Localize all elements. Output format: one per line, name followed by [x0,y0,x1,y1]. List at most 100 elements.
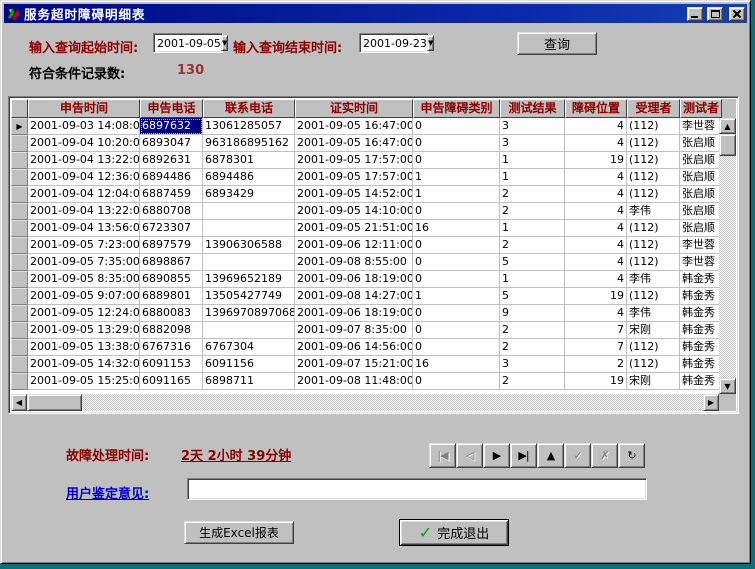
grid-cell[interactable]: 1 [500,271,565,288]
grid-cell[interactable]: 2001-09-06 12:11:00 [295,237,413,254]
grid-cell[interactable]: 0 [413,118,500,135]
grid-cell[interactable]: 6897632 [140,118,203,135]
grid-cell[interactable] [203,203,295,220]
grid-cell[interactable]: 6767304 [203,339,295,356]
grid-cell[interactable]: 2001-09-05 16:47:00 [295,135,413,152]
grid-cell[interactable]: 7 [565,322,627,339]
grid-cell[interactable]: 4 [565,203,627,220]
grid-cell[interactable]: 6890855 [140,271,203,288]
grid-cell[interactable]: 2001-09-05 14:52:00 [295,186,413,203]
grid-cell[interactable]: 2001-09-05 16:47:00 [295,118,413,135]
grid-cell[interactable]: 4 [565,118,627,135]
grid-cell[interactable]: 6892631 [140,152,203,169]
grid-cell[interactable]: 2001-09-05 13:29:00 [28,322,140,339]
grid-cell[interactable]: 2001-09-05 14:32:00 [28,356,140,373]
row-indicator[interactable] [11,254,28,271]
grid-cell[interactable]: 2001-09-03 14:08:00 [28,118,140,135]
grid-cell[interactable]: 16 [413,220,500,237]
grid-cell[interactable]: 6889801 [140,288,203,305]
grid-cell[interactable]: 0 [413,152,500,169]
grid-cell[interactable]: 4 [565,237,627,254]
grid-cell[interactable]: 1 [500,220,565,237]
grid-cell[interactable] [203,322,295,339]
grid-cell[interactable]: 963186895162 [203,135,295,152]
grid-cell[interactable]: 2 [500,322,565,339]
grid-cell[interactable]: 张启顺 [680,220,722,237]
grid-cell[interactable]: 0 [413,237,500,254]
grid-cell[interactable]: 2 [500,237,565,254]
current-row-indicator-icon[interactable]: ▶ [11,118,28,135]
grid-cell[interactable]: 13505427749 [203,288,295,305]
grid-cell[interactable]: 6878301 [203,152,295,169]
grid-cell[interactable]: 2001-09-05 8:35:00 [28,271,140,288]
row-indicator[interactable] [11,288,28,305]
grid-cell[interactable]: 李伟 [627,271,680,288]
column-header[interactable]: 证实时间 [295,99,413,118]
grid-cell[interactable]: 李伟 [627,203,680,220]
column-header[interactable]: 联系电话 [203,99,295,118]
scroll-down-icon[interactable]: ▼ [719,378,736,394]
grid-cell[interactable]: 0 [413,271,500,288]
grid-cell[interactable]: 0 [413,254,500,271]
grid-cell[interactable]: 6882098 [140,322,203,339]
end-date-combo[interactable]: 2001-09-23 ▼ [359,33,429,53]
grid-cell[interactable]: 6880708 [140,203,203,220]
grid-cell[interactable]: 7 [565,339,627,356]
grid-cell[interactable]: 0 [413,203,500,220]
grid-cell[interactable]: 张启顺 [680,169,722,186]
grid-cell[interactable]: 6880083 [140,305,203,322]
grid-cell[interactable]: 韩金秀 [680,373,722,390]
grid-cell[interactable]: 2001-09-05 12:24:00 [28,305,140,322]
grid-cell[interactable] [203,220,295,237]
grid-cell[interactable]: 张启顺 [680,186,722,203]
vertical-scrollbar[interactable]: ▲ ▼ [719,118,736,394]
grid-cell[interactable]: (112) [627,169,680,186]
grid-cell[interactable]: 6898867 [140,254,203,271]
grid-cell[interactable]: 2001-09-05 7:35:00 [28,254,140,271]
grid-cell[interactable]: 李世蓉 [680,254,722,271]
grid-cell[interactable]: 0 [413,135,500,152]
grid-cell[interactable]: 宋刚 [627,322,680,339]
grid-cell[interactable]: 2 [500,339,565,356]
scroll-right-icon[interactable]: ▶ [703,394,719,411]
start-date-dropdown-icon[interactable]: ▼ [221,35,228,51]
grid-cell[interactable]: 6887459 [140,186,203,203]
grid-cell[interactable]: 13906306588 [203,237,295,254]
grid-cell[interactable]: 1 [500,169,565,186]
grid-cell[interactable]: 李世蓉 [680,118,722,135]
grid-cell[interactable]: 19 [565,373,627,390]
grid-cell[interactable]: (112) [627,237,680,254]
next-record-button[interactable]: ▶ [483,443,510,468]
grid-cell[interactable]: 5 [500,288,565,305]
grid-cell[interactable]: 2001-09-06 18:19:00 [295,271,413,288]
search-button[interactable]: 查询 [517,32,597,55]
grid-cell[interactable]: 2001-09-04 12:04:00 [28,186,140,203]
grid-cell[interactable]: 2001-09-04 10:20:00 [28,135,140,152]
grid-cell[interactable]: 6898711 [203,373,295,390]
grid-cell[interactable]: 4 [565,169,627,186]
row-indicator[interactable] [11,322,28,339]
grid-cell[interactable]: 4 [565,186,627,203]
grid-cell[interactable]: 2001-09-08 8:55:00 [295,254,413,271]
grid-cell[interactable]: 6091165 [140,373,203,390]
grid-cell[interactable]: 韩金秀 [680,305,722,322]
column-header[interactable]: 申告时间 [28,99,140,118]
grid-cell[interactable]: 2001-09-04 13:56:00 [28,220,140,237]
grid-cell[interactable]: 2001-09-05 21:51:00 [295,220,413,237]
hscroll-track[interactable] [27,394,703,411]
grid-cell[interactable]: 4 [565,271,627,288]
row-indicator[interactable] [11,339,28,356]
row-indicator[interactable] [11,169,28,186]
grid-cell[interactable]: 3 [500,118,565,135]
grid-cell[interactable]: 4 [565,135,627,152]
grid-cell[interactable]: 韩金秀 [680,322,722,339]
grid-cell[interactable]: 1 [413,186,500,203]
row-indicator[interactable] [11,305,28,322]
hscroll-thumb[interactable] [27,394,82,411]
grid-cell[interactable]: 2001-09-05 15:25:00 [28,373,140,390]
grid-cell[interactable]: 6893047 [140,135,203,152]
grid-cell[interactable]: (112) [627,118,680,135]
column-header[interactable]: 测试者 [680,99,722,118]
grid-cell[interactable]: 2001-09-05 13:38:00 [28,339,140,356]
row-indicator[interactable] [11,203,28,220]
